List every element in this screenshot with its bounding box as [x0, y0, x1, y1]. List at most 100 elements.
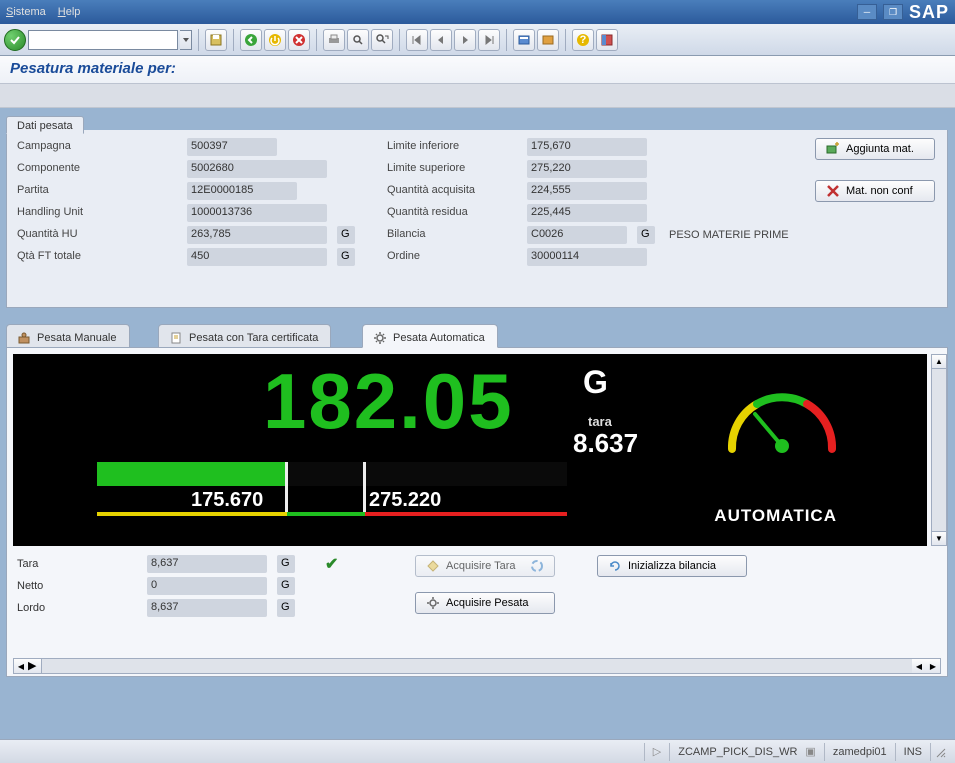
- tab-hscroll[interactable]: ◀ ▶ ◀ ▶: [13, 658, 941, 674]
- tara-display-value: 8.637: [573, 428, 638, 459]
- mode-label: AUTOMATICA: [714, 506, 837, 526]
- status-server: zamedpi01: [824, 743, 895, 761]
- cancel-icon[interactable]: [288, 29, 310, 51]
- hu-value: 1000013736: [187, 204, 327, 222]
- next-page-icon[interactable]: [454, 29, 476, 51]
- app-toolbar-2: [0, 84, 955, 108]
- acquisire-pesata-button[interactable]: Acquisire Pesata: [415, 592, 555, 614]
- enter-button[interactable]: [4, 29, 26, 51]
- hscroll-left2-icon[interactable]: ▶: [28, 659, 42, 673]
- status-resize-icon[interactable]: [930, 743, 949, 761]
- status-bar: ▷ ZCAMP_PICK_DIS_WR▣ zamedpi01 INS: [0, 739, 955, 763]
- campagna-value: 500397: [187, 138, 277, 156]
- display-scrollbar[interactable]: ▲ ▼: [931, 354, 947, 546]
- netto-unit: G: [277, 577, 295, 595]
- x-icon: [826, 184, 840, 198]
- command-field[interactable]: [28, 30, 178, 50]
- tab-pesata-cert[interactable]: Pesata con Tara certificata: [158, 324, 331, 348]
- last-page-icon[interactable]: [478, 29, 500, 51]
- menu-sistema[interactable]: SSistemaistema: [6, 6, 46, 18]
- limit-high-display: 275.220: [369, 489, 441, 512]
- app-toolbar: ?: [0, 24, 955, 56]
- qtahu-value: 263,785: [187, 226, 327, 244]
- hu-label: Handling Unit: [17, 206, 117, 218]
- qacq-label: Quantità acquisita: [387, 184, 517, 196]
- zone-red: [365, 512, 567, 516]
- limsup-label: Limite superiore: [387, 162, 517, 174]
- status-nav[interactable]: ▷: [644, 743, 669, 761]
- menu-help[interactable]: Help: [58, 6, 81, 18]
- command-dropdown[interactable]: [180, 30, 192, 50]
- back-icon[interactable]: [240, 29, 262, 51]
- bil-desc: PESO MATERIE PRIME: [669, 229, 789, 241]
- hscroll-right2-icon[interactable]: ▶: [926, 659, 940, 673]
- manual-icon: [17, 331, 31, 345]
- gear-icon: [426, 596, 440, 610]
- inizializza-bilancia-button[interactable]: Inizializza bilancia: [597, 555, 747, 577]
- tab-pesata-automatica[interactable]: Pesata Automatica: [362, 324, 498, 348]
- qtahu-label: Quantità HU: [17, 228, 117, 240]
- cert-icon: [169, 331, 183, 345]
- hscroll-left-icon[interactable]: ◀: [14, 659, 28, 673]
- gear-icon: [373, 331, 387, 345]
- campagna-label: Campagna: [17, 140, 117, 152]
- lordo-unit: G: [277, 599, 295, 617]
- mat-non-conf-button[interactable]: Mat. non conf: [815, 180, 935, 202]
- ord-value: 30000114: [527, 248, 647, 266]
- weighing-tabs: Pesata Manuale Pesata con Tara certifica…: [6, 324, 948, 348]
- tara-value: 8,637: [147, 555, 267, 573]
- svg-text:?: ?: [580, 34, 587, 46]
- find-icon[interactable]: [347, 29, 369, 51]
- live-weight: 182.05: [263, 362, 514, 440]
- prev-page-icon[interactable]: [430, 29, 452, 51]
- find-next-icon[interactable]: [371, 29, 393, 51]
- exit-icon[interactable]: [264, 29, 286, 51]
- componente-value: 5002680: [187, 160, 327, 178]
- status-tcode: ZCAMP_PICK_DIS_WR▣: [669, 743, 824, 761]
- shortcut-icon[interactable]: [537, 29, 559, 51]
- new-session-icon[interactable]: [513, 29, 535, 51]
- progress-fill: [97, 462, 287, 486]
- partita-value: 12E0000185: [187, 182, 297, 200]
- qtahu-unit: G: [337, 226, 355, 244]
- aggiunta-mat-button[interactable]: Aggiunta mat.: [815, 138, 935, 160]
- print-icon[interactable]: [323, 29, 345, 51]
- qacq-value: 224,555: [527, 182, 647, 200]
- tara-display-label: tara: [588, 414, 612, 429]
- save-icon[interactable]: [205, 29, 227, 51]
- bil-label: Bilancia: [387, 228, 517, 240]
- hscroll-right-icon[interactable]: ◀: [912, 659, 926, 673]
- layout-icon[interactable]: [596, 29, 618, 51]
- page-header: Pesatura materiale per:: [0, 56, 955, 84]
- check-icon: ✔: [325, 554, 338, 574]
- tab-pesata-manuale[interactable]: Pesata Manuale: [6, 324, 130, 348]
- weight-unit: G: [583, 364, 608, 401]
- refresh-icon: [608, 559, 622, 573]
- tara-unit: G: [277, 555, 295, 573]
- qres-label: Quantità residua: [387, 206, 517, 218]
- main-canvas: Dati pesata Campagna 500397 Componente 5…: [0, 108, 955, 739]
- help-icon[interactable]: ?: [572, 29, 594, 51]
- scroll-down-icon[interactable]: ▼: [932, 531, 946, 545]
- dati-pesata-tab: Dati pesata: [6, 116, 84, 134]
- hscroll-track[interactable]: [42, 659, 912, 673]
- tab-content-automatica: 182.05 G tara 8.637 175.670 275.220: [6, 347, 948, 677]
- qtaft-value: 450: [187, 248, 327, 266]
- tara-label: Tara: [17, 558, 38, 570]
- gauge: [717, 374, 847, 464]
- limit-low-display: 175.670: [191, 489, 263, 512]
- bil-unit: G: [637, 226, 655, 244]
- limsup-value: 275,220: [527, 160, 647, 178]
- acquisire-tara-button[interactable]: Acquisire Tara: [415, 555, 555, 577]
- title-bar: SSistemaistema Help ─ ❐ SAP: [0, 0, 955, 24]
- restore-button[interactable]: ❐: [883, 4, 903, 20]
- ord-label: Ordine: [387, 250, 517, 262]
- liminf-label: Limite inferiore: [387, 140, 517, 152]
- componente-label: Componente: [17, 162, 117, 174]
- minimize-button[interactable]: ─: [857, 4, 877, 20]
- diamond-icon: [426, 559, 440, 573]
- lordo-label: Lordo: [17, 602, 45, 614]
- first-page-icon[interactable]: [406, 29, 428, 51]
- dati-pesata-panel: Campagna 500397 Componente 5002680 Parti…: [6, 130, 948, 308]
- scroll-up-icon[interactable]: ▲: [932, 355, 946, 369]
